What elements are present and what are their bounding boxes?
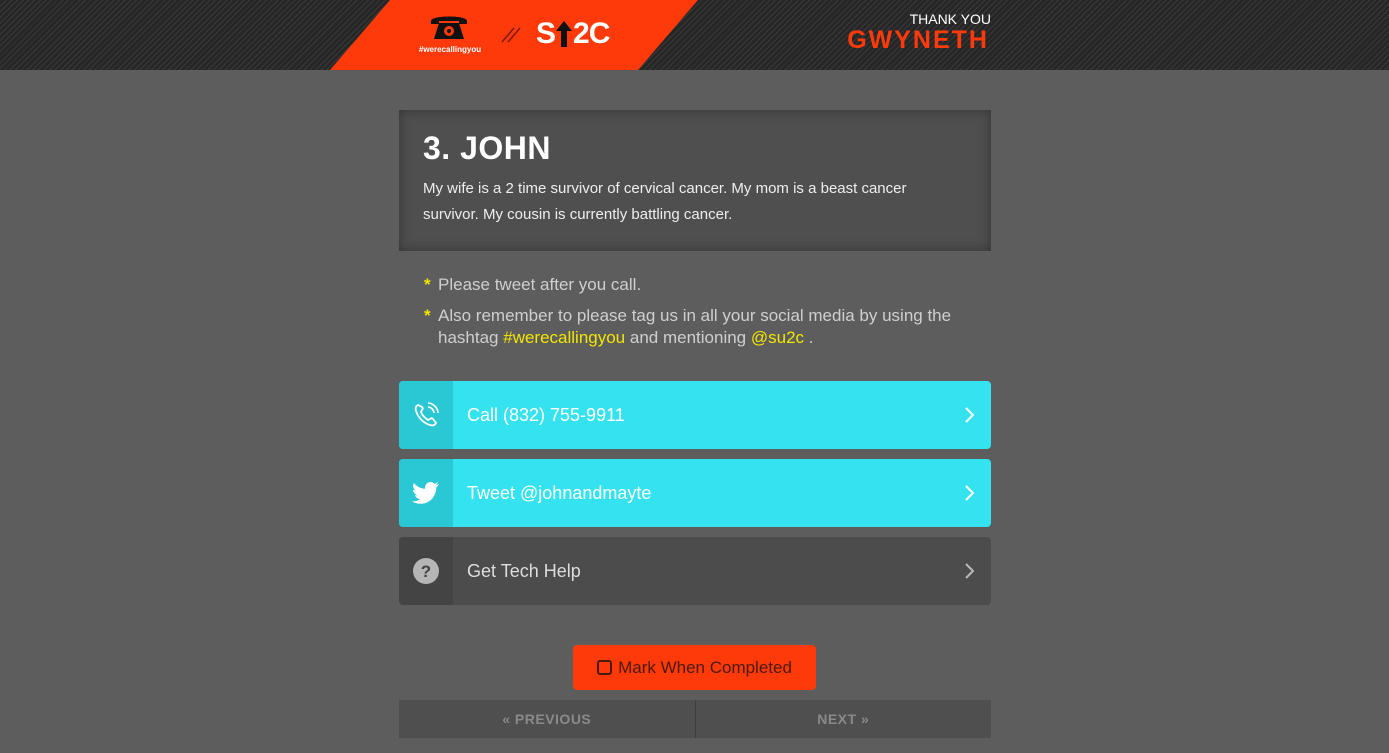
- hashtag-logo-text: #werecallingyou: [418, 45, 482, 54]
- bullet-star-icon: *: [424, 306, 431, 325]
- up-arrow-icon: [556, 21, 573, 47]
- phone-icon: [399, 381, 453, 449]
- instructions-list: * Please tweet after you call. * Also re…: [424, 274, 984, 358]
- slash-divider-icon: [501, 27, 521, 43]
- top-header: #werecallingyou S 2C THANK YOU GWYNETH: [0, 0, 1389, 70]
- call-button[interactable]: Call (832) 755-9911: [399, 381, 991, 449]
- pagination: « PREVIOUS NEXT »: [399, 700, 991, 738]
- checkbox-icon[interactable]: [597, 660, 613, 675]
- instruction-item: * Please tweet after you call.: [424, 274, 984, 296]
- help-icon: ?: [399, 537, 453, 605]
- thank-you-name: GWYNETH: [847, 26, 989, 54]
- caller-story-card: 3. JOHN My wife is a 2 time survivor of …: [399, 110, 991, 251]
- su2c-logo[interactable]: S 2C: [536, 17, 610, 51]
- handle-link[interactable]: @su2c: [751, 328, 804, 347]
- tech-help-button[interactable]: ? Get Tech Help: [399, 537, 991, 605]
- chevron-right-icon: [947, 459, 991, 527]
- chevron-right-icon: [947, 537, 991, 605]
- chevron-right-icon: [947, 381, 991, 449]
- caller-title: 3. JOHN: [423, 130, 551, 166]
- thank-you-label: THANK YOU: [909, 11, 991, 27]
- mark-completed-label: Mark When Completed: [618, 657, 792, 677]
- twitter-icon: [399, 459, 453, 527]
- caller-story: My wife is a 2 time survivor of cervical…: [423, 180, 907, 223]
- tech-help-label: Get Tech Help: [467, 560, 581, 581]
- instruction-text: Also remember to please tag us in all yo…: [438, 305, 984, 349]
- instruction-text: Please tweet after you call.: [438, 275, 642, 294]
- tweet-button[interactable]: Tweet @johnandmayte: [399, 459, 991, 527]
- svg-text:?: ?: [421, 562, 431, 581]
- hashtag-link[interactable]: #werecallingyou: [503, 328, 625, 347]
- tweet-label: Tweet @johnandmayte: [467, 482, 652, 503]
- instruction-item: * Also remember to please tag us in all …: [424, 305, 984, 349]
- previous-button[interactable]: « PREVIOUS: [399, 700, 695, 738]
- call-label: Call (832) 755-9911: [467, 404, 625, 425]
- next-button[interactable]: NEXT »: [696, 700, 992, 738]
- mark-completed-button[interactable]: Mark When Completed: [573, 645, 816, 690]
- bullet-star-icon: *: [424, 275, 431, 294]
- telephone-logo-icon: [431, 16, 467, 39]
- instruction-text-end: .: [808, 328, 814, 347]
- instruction-text-mid: and mentioning: [629, 328, 747, 347]
